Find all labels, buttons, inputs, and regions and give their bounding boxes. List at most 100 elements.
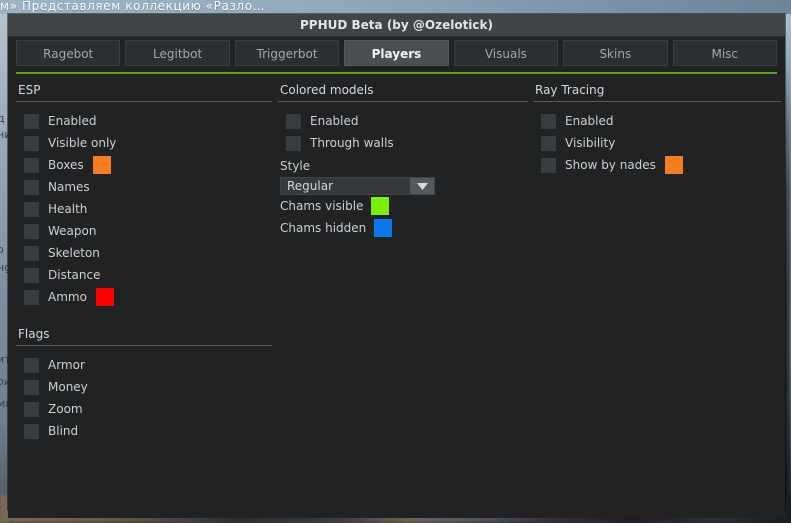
tab-visuals[interactable]: Visuals <box>453 40 559 66</box>
section-esp: ESP Enabled Visible only Boxes Names Health W… <box>16 82 272 308</box>
tab-legitbot[interactable]: Legitbot <box>125 40 230 66</box>
option-label: Ammo <box>48 290 87 304</box>
option-label: Visibility <box>565 136 616 150</box>
column-esp: ESP Enabled Visible only Boxes Names Health W… <box>16 82 272 460</box>
option-label: Enabled <box>310 114 359 128</box>
option-row: Boxes <box>16 154 272 176</box>
option-row: Zoom <box>16 398 272 420</box>
style-label: Style <box>280 159 311 173</box>
chams-hidden-label: Chams hidden <box>280 221 367 235</box>
option-row: Money <box>16 376 272 398</box>
option-label: Skeleton <box>48 246 100 260</box>
chevron-down-icon[interactable] <box>410 178 434 194</box>
tab-label: Players <box>371 47 422 61</box>
tab-label: Skins <box>599 47 632 61</box>
style-dropdown[interactable]: Regular <box>280 177 435 195</box>
background-text-fragment: д <box>0 112 5 125</box>
checkbox-distance[interactable] <box>24 267 39 283</box>
option-row: Enabled <box>16 110 272 132</box>
section-title-esp: ESP <box>18 83 41 97</box>
section-title-ray-tracing: Ray Tracing <box>535 83 605 97</box>
tab-label: Visuals <box>484 47 527 61</box>
tab-triggerbot[interactable]: Triggerbot <box>234 40 340 66</box>
section-ray-tracing: Ray Tracing Enabled Visibility Show by nad… <box>533 82 781 176</box>
option-row: Health <box>16 198 272 220</box>
option-row: Enabled <box>533 110 781 132</box>
option-label: Distance <box>48 268 101 282</box>
option-row: Skeleton <box>16 242 272 264</box>
option-label: Through walls <box>310 136 394 150</box>
checkbox-health[interactable] <box>24 201 39 217</box>
chams-visible-color-swatch[interactable] <box>371 197 390 215</box>
chams-hidden-color-swatch[interactable] <box>374 219 393 237</box>
ray-tracing-option-list: Enabled Visibility Show by nades <box>533 110 781 176</box>
section-rule <box>16 101 272 102</box>
color-swatch-show-by-nades[interactable] <box>664 156 683 174</box>
checkbox-through-walls[interactable] <box>286 135 301 151</box>
tab-label: Misc <box>711 47 739 61</box>
checkbox-armor[interactable] <box>24 357 39 373</box>
section-colored-models: Colored models Enabled Through walls Styl… <box>278 82 528 239</box>
section-title-colored-models: Colored models <box>280 83 374 97</box>
column-ray-tracing: Ray Tracing Enabled Visibility Show by nad… <box>533 82 781 194</box>
option-label: Health <box>48 202 88 216</box>
section-rule <box>278 101 528 102</box>
option-row: Show by nades <box>533 154 781 176</box>
tab-label: Ragebot <box>43 47 94 61</box>
checkbox-blind[interactable] <box>24 423 39 439</box>
browser-tab-title: м» Представляем коллекцию «Разло… <box>0 0 266 13</box>
window-titlebar[interactable]: PPHUD Beta (by @Ozelotick) <box>8 14 785 37</box>
checkbox-ammo[interactable] <box>24 289 39 305</box>
section-rule <box>533 101 781 102</box>
tab-players[interactable]: Players <box>344 40 449 66</box>
option-row: Visible only <box>16 132 272 154</box>
option-label: Boxes <box>48 158 84 172</box>
section-flags: Flags Armor Money Zoom Blind <box>16 326 272 442</box>
tab-misc[interactable]: Misc <box>672 40 777 66</box>
screenshot-root: м» Представляем коллекцию «Разло… д ни о… <box>0 0 791 523</box>
checkbox-show-by-nades[interactable] <box>541 157 556 173</box>
option-row: Enabled <box>278 110 528 132</box>
browser-tab-strip[interactable]: м» Представляем коллекцию «Разло… <box>0 0 791 14</box>
option-label: Visible only <box>48 136 117 150</box>
chams-visible-label: Chams visible <box>280 199 364 213</box>
tab-label: Legitbot <box>153 47 203 61</box>
option-label: Show by nades <box>565 158 656 172</box>
column-colored-models: Colored models Enabled Through walls Styl… <box>278 82 528 257</box>
color-swatch-ammo[interactable] <box>95 288 114 306</box>
checkbox-visible-only[interactable] <box>24 135 39 151</box>
colored-models-option-list: Enabled Through walls <box>278 110 528 154</box>
checkbox-enabled[interactable] <box>286 113 301 129</box>
option-label: Zoom <box>48 402 83 416</box>
tab-ragebot[interactable]: Ragebot <box>16 40 121 66</box>
window-title: PPHUD Beta (by @Ozelotick) <box>300 18 493 32</box>
option-label: Weapon <box>48 224 97 238</box>
option-row: Distance <box>16 264 272 286</box>
color-swatch-boxes[interactable] <box>92 156 111 174</box>
checkbox-money[interactable] <box>24 379 39 395</box>
chams-visible-row: Chams visible <box>280 195 528 217</box>
checkbox-enabled[interactable] <box>541 113 556 129</box>
option-row: Armor <box>16 354 272 376</box>
option-row: Ammo <box>16 286 272 308</box>
checkbox-visibility[interactable] <box>541 135 556 151</box>
checkbox-zoom[interactable] <box>24 401 39 417</box>
flags-option-list: Armor Money Zoom Blind <box>16 354 272 442</box>
style-dropdown-value: Regular <box>287 179 334 193</box>
section-title-flags: Flags <box>18 327 50 341</box>
background-text-fragment: о <box>0 243 4 256</box>
pphud-window: PPHUD Beta (by @Ozelotick) Ragebot Legitb… <box>8 14 785 518</box>
checkbox-enabled[interactable] <box>24 113 39 129</box>
option-label: Blind <box>48 424 79 438</box>
checkbox-weapon[interactable] <box>24 223 39 239</box>
option-row: Names <box>16 176 272 198</box>
checkbox-names[interactable] <box>24 179 39 195</box>
checkbox-skeleton[interactable] <box>24 245 39 261</box>
checkbox-boxes[interactable] <box>24 157 39 173</box>
tab-skins[interactable]: Skins <box>563 40 668 66</box>
option-row: Visibility <box>533 132 781 154</box>
option-label: Names <box>48 180 90 194</box>
option-label: Enabled <box>48 114 97 128</box>
section-rule <box>16 345 272 346</box>
tab-label: Triggerbot <box>256 47 318 61</box>
